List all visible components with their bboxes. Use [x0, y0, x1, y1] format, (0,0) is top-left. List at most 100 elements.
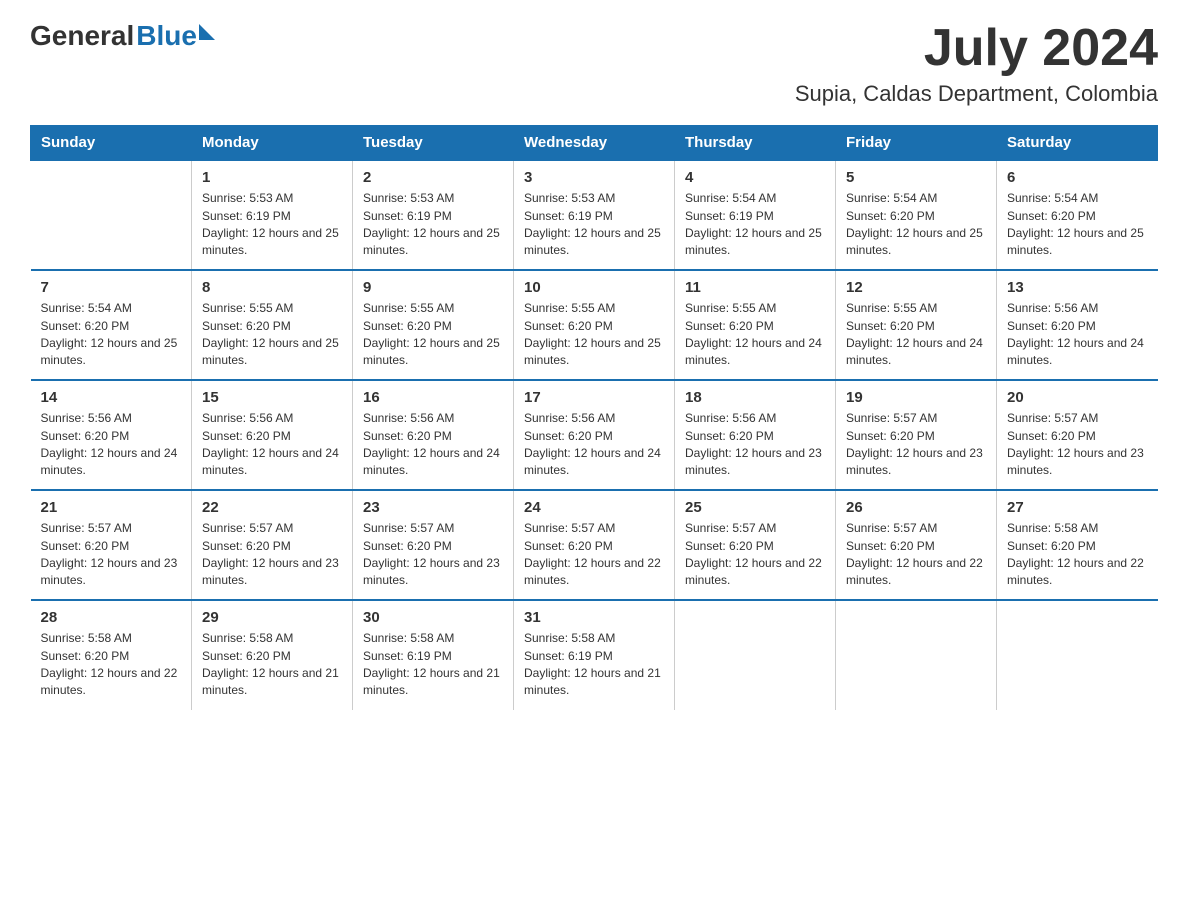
day-number: 29	[202, 609, 342, 626]
calendar-cell: 15 Sunrise: 5:56 AM Sunset: 6:20 PM Dayli…	[192, 380, 353, 490]
logo: General Blue	[30, 20, 215, 52]
day-info: Sunrise: 5:57 AM Sunset: 6:20 PM Dayligh…	[1007, 410, 1148, 480]
day-info: Sunrise: 5:58 AM Sunset: 6:20 PM Dayligh…	[1007, 520, 1148, 590]
calendar-cell: 25Sunrise: 5:57 AM Sunset: 6:20 PM Dayli…	[675, 490, 836, 600]
col-friday: Friday	[836, 126, 997, 161]
day-number: 19	[846, 389, 986, 406]
day-info: Sunrise: 5:54 AM Sunset: 6:19 PM Dayligh…	[685, 190, 825, 260]
calendar-table: Sunday Monday Tuesday Wednesday Thursday…	[30, 125, 1158, 710]
calendar-cell: 24Sunrise: 5:57 AM Sunset: 6:20 PM Dayli…	[514, 490, 675, 600]
day-info: Sunrise: 5:57 AM Sunset: 6:20 PM Dayligh…	[846, 520, 986, 590]
calendar-cell: 6 Sunrise: 5:54 AM Sunset: 6:20 PM Daylig…	[997, 160, 1158, 270]
day-info: Sunrise: 5:57 AM Sunset: 6:20 PM Dayligh…	[846, 410, 986, 480]
day-number: 22	[202, 499, 342, 516]
calendar-cell: 22 Sunrise: 5:57 AM Sunset: 6:20 PM Dayli…	[192, 490, 353, 600]
location-title: Supia, Caldas Department, Colombia	[795, 81, 1158, 107]
calendar-cell	[997, 600, 1158, 710]
day-number: 12	[846, 279, 986, 296]
calendar-cell: 3Sunrise: 5:53 AM Sunset: 6:19 PM Daylig…	[514, 160, 675, 270]
day-info: Sunrise: 5:55 AM Sunset: 6:20 PM Dayligh…	[524, 300, 664, 370]
day-number: 28	[41, 609, 182, 626]
calendar-cell: 13 Sunrise: 5:56 AM Sunset: 6:20 PM Dayli…	[997, 270, 1158, 380]
calendar-cell: 19 Sunrise: 5:57 AM Sunset: 6:20 PM Dayli…	[836, 380, 997, 490]
day-number: 2	[363, 169, 503, 186]
day-info: Sunrise: 5:55 AM Sunset: 6:20 PM Dayligh…	[685, 300, 825, 370]
col-sunday: Sunday	[31, 126, 192, 161]
day-info: Sunrise: 5:58 AM Sunset: 6:19 PM Dayligh…	[524, 630, 664, 700]
day-number: 6	[1007, 169, 1148, 186]
day-info: Sunrise: 5:53 AM Sunset: 6:19 PM Dayligh…	[363, 190, 503, 260]
col-thursday: Thursday	[675, 126, 836, 161]
day-number: 7	[41, 279, 182, 296]
day-info: Sunrise: 5:58 AM Sunset: 6:19 PM Dayligh…	[363, 630, 503, 700]
calendar-cell: 11 Sunrise: 5:55 AM Sunset: 6:20 PM Dayli…	[675, 270, 836, 380]
day-info: Sunrise: 5:57 AM Sunset: 6:20 PM Dayligh…	[524, 520, 664, 590]
calendar-cell: 31 Sunrise: 5:58 AM Sunset: 6:19 PM Dayli…	[514, 600, 675, 710]
day-number: 26	[846, 499, 986, 516]
day-info: Sunrise: 5:55 AM Sunset: 6:20 PM Dayligh…	[846, 300, 986, 370]
day-number: 13	[1007, 279, 1148, 296]
day-info: Sunrise: 5:54 AM Sunset: 6:20 PM Dayligh…	[1007, 190, 1148, 260]
calendar-cell: 8 Sunrise: 5:55 AM Sunset: 6:20 PM Daylig…	[192, 270, 353, 380]
calendar-cell: 18 Sunrise: 5:56 AM Sunset: 6:20 PM Dayli…	[675, 380, 836, 490]
day-number: 21	[41, 499, 182, 516]
calendar-week-row: 21 Sunrise: 5:57 AM Sunset: 6:20 PM Dayli…	[31, 490, 1158, 600]
day-number: 31	[524, 609, 664, 626]
logo-text-blue: Blue	[136, 20, 197, 52]
day-number: 25	[685, 499, 825, 516]
day-info: Sunrise: 5:57 AM Sunset: 6:20 PM Dayligh…	[363, 520, 503, 590]
calendar-cell: 16 Sunrise: 5:56 AM Sunset: 6:20 PM Dayli…	[353, 380, 514, 490]
day-number: 14	[41, 389, 182, 406]
day-number: 5	[846, 169, 986, 186]
calendar-cell	[675, 600, 836, 710]
day-number: 16	[363, 389, 503, 406]
calendar-cell	[31, 160, 192, 270]
day-number: 27	[1007, 499, 1148, 516]
calendar-cell: 27 Sunrise: 5:58 AM Sunset: 6:20 PM Dayli…	[997, 490, 1158, 600]
day-number: 18	[685, 389, 825, 406]
day-info: Sunrise: 5:58 AM Sunset: 6:20 PM Dayligh…	[41, 630, 182, 700]
day-info: Sunrise: 5:56 AM Sunset: 6:20 PM Dayligh…	[685, 410, 825, 480]
logo-triangle-icon	[199, 24, 215, 40]
calendar-cell: 23 Sunrise: 5:57 AM Sunset: 6:20 PM Dayli…	[353, 490, 514, 600]
day-number: 23	[363, 499, 503, 516]
day-info: Sunrise: 5:54 AM Sunset: 6:20 PM Dayligh…	[846, 190, 986, 260]
day-info: Sunrise: 5:56 AM Sunset: 6:20 PM Dayligh…	[41, 410, 182, 480]
calendar-cell: 28 Sunrise: 5:58 AM Sunset: 6:20 PM Dayli…	[31, 600, 192, 710]
day-info: Sunrise: 5:55 AM Sunset: 6:20 PM Dayligh…	[202, 300, 342, 370]
day-number: 17	[524, 389, 664, 406]
day-number: 11	[685, 279, 825, 296]
calendar-cell: 30 Sunrise: 5:58 AM Sunset: 6:19 PM Dayli…	[353, 600, 514, 710]
calendar-cell: 10Sunrise: 5:55 AM Sunset: 6:20 PM Dayli…	[514, 270, 675, 380]
calendar-week-row: 14 Sunrise: 5:56 AM Sunset: 6:20 PM Dayli…	[31, 380, 1158, 490]
calendar-cell: 5 Sunrise: 5:54 AM Sunset: 6:20 PM Daylig…	[836, 160, 997, 270]
calendar-cell: 21Sunrise: 5:57 AM Sunset: 6:20 PM Dayli…	[31, 490, 192, 600]
calendar-week-row: 1 Sunrise: 5:53 AM Sunset: 6:19 PM Daylig…	[31, 160, 1158, 270]
month-title: July 2024	[795, 20, 1158, 77]
calendar-week-row: 28 Sunrise: 5:58 AM Sunset: 6:20 PM Dayli…	[31, 600, 1158, 710]
calendar-cell: 9Sunrise: 5:55 AM Sunset: 6:20 PM Daylig…	[353, 270, 514, 380]
day-info: Sunrise: 5:56 AM Sunset: 6:20 PM Dayligh…	[363, 410, 503, 480]
calendar-week-row: 7Sunrise: 5:54 AM Sunset: 6:20 PM Daylig…	[31, 270, 1158, 380]
day-info: Sunrise: 5:57 AM Sunset: 6:20 PM Dayligh…	[202, 520, 342, 590]
day-info: Sunrise: 5:58 AM Sunset: 6:20 PM Dayligh…	[202, 630, 342, 700]
calendar-cell: 2 Sunrise: 5:53 AM Sunset: 6:19 PM Daylig…	[353, 160, 514, 270]
col-wednesday: Wednesday	[514, 126, 675, 161]
day-number: 20	[1007, 389, 1148, 406]
day-number: 1	[202, 169, 342, 186]
day-number: 8	[202, 279, 342, 296]
col-saturday: Saturday	[997, 126, 1158, 161]
day-info: Sunrise: 5:56 AM Sunset: 6:20 PM Dayligh…	[1007, 300, 1148, 370]
calendar-cell: 20 Sunrise: 5:57 AM Sunset: 6:20 PM Dayli…	[997, 380, 1158, 490]
day-info: Sunrise: 5:53 AM Sunset: 6:19 PM Dayligh…	[202, 190, 342, 260]
day-number: 30	[363, 609, 503, 626]
title-section: July 2024 Supia, Caldas Department, Colo…	[795, 20, 1158, 107]
calendar-cell	[836, 600, 997, 710]
calendar-cell: 14 Sunrise: 5:56 AM Sunset: 6:20 PM Dayli…	[31, 380, 192, 490]
day-info: Sunrise: 5:56 AM Sunset: 6:20 PM Dayligh…	[524, 410, 664, 480]
calendar-cell: 7Sunrise: 5:54 AM Sunset: 6:20 PM Daylig…	[31, 270, 192, 380]
calendar-cell: 29 Sunrise: 5:58 AM Sunset: 6:20 PM Dayli…	[192, 600, 353, 710]
day-info: Sunrise: 5:56 AM Sunset: 6:20 PM Dayligh…	[202, 410, 342, 480]
day-number: 4	[685, 169, 825, 186]
day-number: 15	[202, 389, 342, 406]
